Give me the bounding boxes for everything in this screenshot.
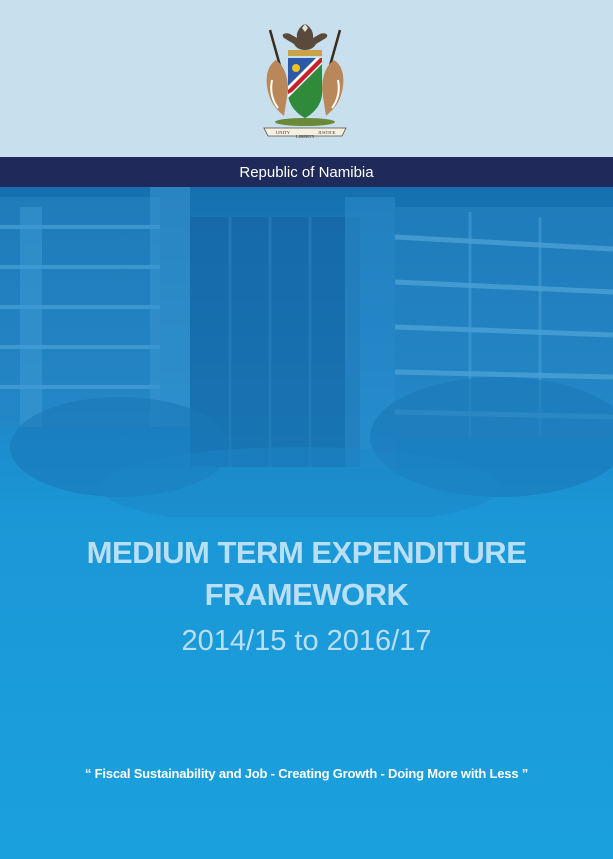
scroll-justice-text: JUSTICE bbox=[318, 130, 336, 135]
motto-text: “ Fiscal Sustainability and Job - Creati… bbox=[84, 766, 529, 781]
coat-of-arms-icon: UNITY LIBERTY JUSTICE bbox=[263, 24, 347, 139]
banner-text: Republic of Namibia bbox=[239, 163, 374, 181]
period-subtitle: 2014/15 to 2016/17 bbox=[181, 625, 432, 657]
republic-banner: Republic of Namibia bbox=[0, 157, 613, 187]
scroll-unity-text: UNITY bbox=[276, 130, 291, 135]
building-illustration bbox=[0, 187, 613, 517]
document-title: MEDIUM TERM EXPENDITURE FRAMEWORK bbox=[0, 532, 613, 616]
scroll-liberty-text: LIBERTY bbox=[296, 134, 315, 139]
title-line-1: MEDIUM TERM EXPENDITURE bbox=[86, 535, 527, 570]
building-photo bbox=[0, 187, 613, 517]
title-line-2: FRAMEWORK bbox=[204, 577, 409, 612]
header-band: UNITY LIBERTY JUSTICE bbox=[0, 0, 613, 157]
